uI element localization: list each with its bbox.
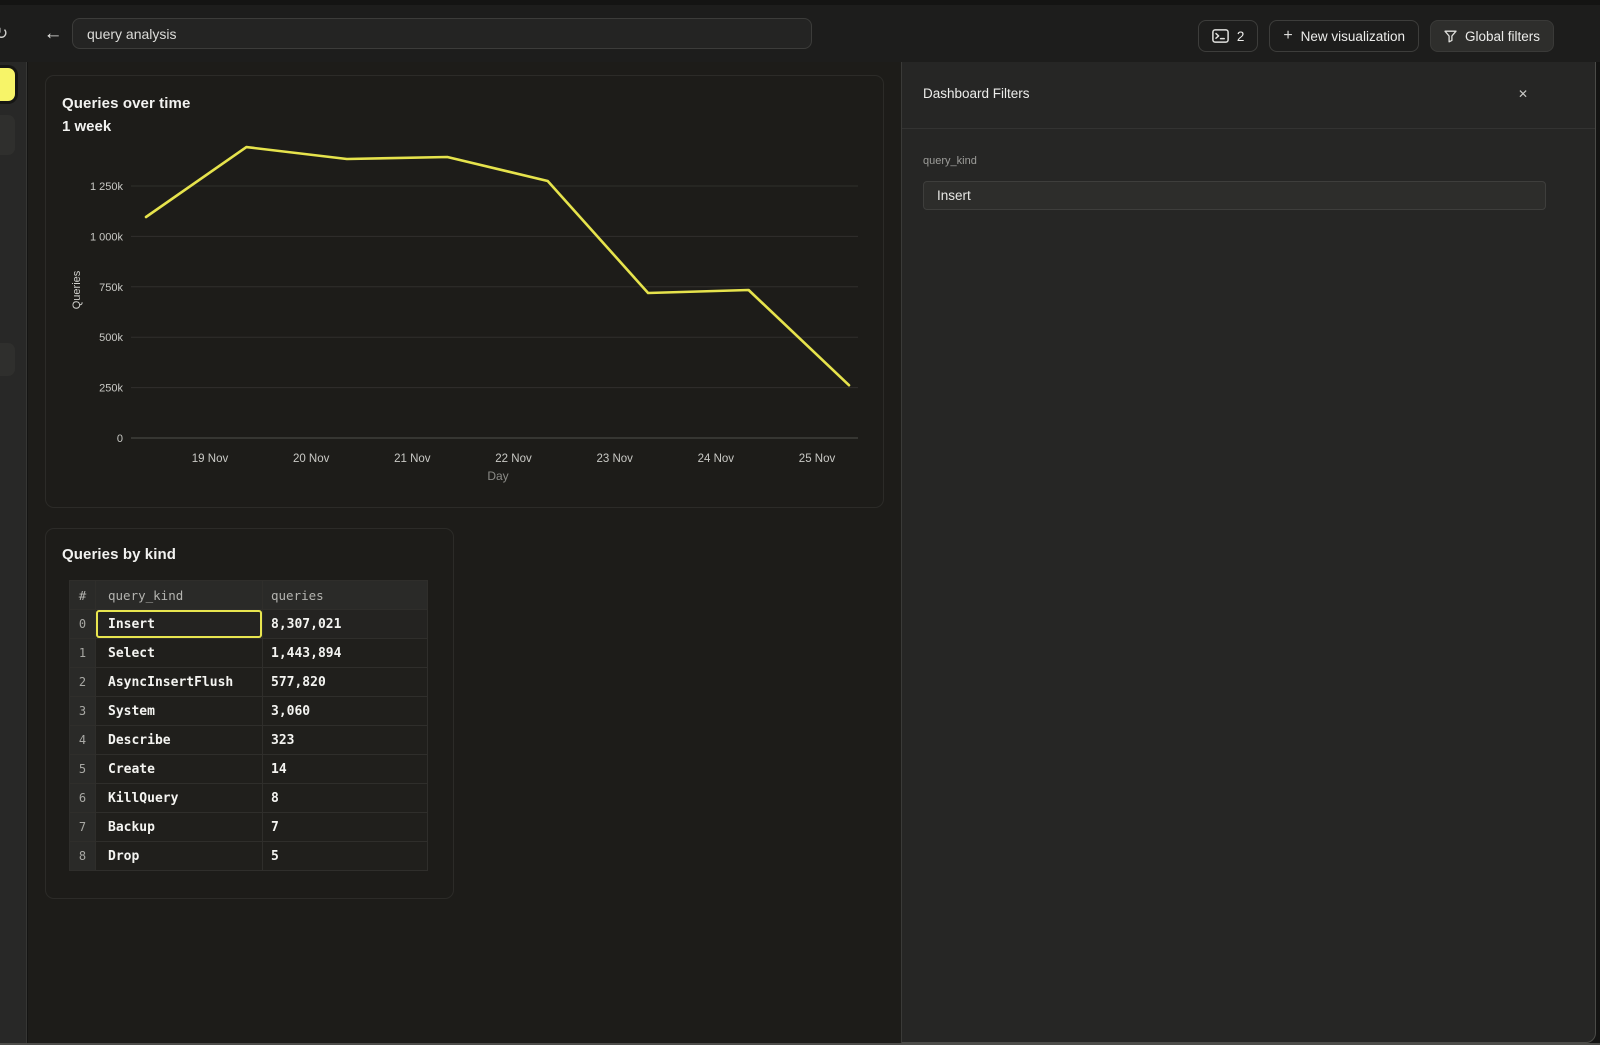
row-index-cell[interactable]: 5 <box>70 755 96 784</box>
global-filters-button[interactable]: Global filters <box>1430 20 1554 52</box>
query-kind-cell[interactable]: System <box>96 697 263 726</box>
x-axis-tick-label: 24 Nov <box>698 453 735 465</box>
dashboard-title-input[interactable] <box>72 18 812 49</box>
column-header-index[interactable]: # <box>70 581 96 610</box>
queries-line-chart[interactable]: 0 250k 500k 750k 1 000k 1 250k Queries 19 Nov 20… <box>46 76 885 509</box>
y-axis-tick-label: 250k <box>99 383 123 395</box>
table-row: 7Backup7 <box>70 813 428 842</box>
x-axis-tick-label: 20 Nov <box>293 453 330 465</box>
funnel-icon <box>1444 30 1457 43</box>
x-axis-tick-label: 22 Nov <box>495 453 532 465</box>
queries-count-cell[interactable]: 3,060 <box>263 697 428 726</box>
queries-count-cell[interactable]: 8,307,021 <box>263 610 428 639</box>
table-row: 0Insert8,307,021 <box>70 610 428 639</box>
new-visualization-button[interactable]: + New visualization <box>1269 20 1419 52</box>
column-header-query-kind[interactable]: query_kind <box>96 581 263 610</box>
row-index-cell[interactable]: 4 <box>70 726 96 755</box>
queries-over-time-card: Queries over time 1 week 0250k500k750k1 … <box>45 75 884 508</box>
row-index-cell[interactable]: 0 <box>70 610 96 639</box>
filters-panel-header: Dashboard Filters ✕ <box>902 62 1595 128</box>
y-axis-tick-label: 1 000k <box>90 231 124 243</box>
queries-count-cell[interactable]: 5 <box>263 842 428 871</box>
query-kind-cell[interactable]: Select <box>96 639 263 668</box>
row-index-cell[interactable]: 3 <box>70 697 96 726</box>
x-axis-tick-label: 21 Nov <box>394 453 431 465</box>
row-index-cell[interactable]: 7 <box>70 813 96 842</box>
queries-count-cell[interactable]: 577,820 <box>263 668 428 697</box>
queries-table-body: 0Insert8,307,0211Select1,443,8942AsyncIn… <box>70 610 428 871</box>
query-kind-cell[interactable]: AsyncInsertFlush <box>96 668 263 697</box>
dashboard-filters-panel: Dashboard Filters ✕ query_kind <box>901 62 1596 1043</box>
table-row: 5Create14 <box>70 755 428 784</box>
table-title: Queries by kind <box>62 546 176 563</box>
history-icon[interactable]: ↻ <box>0 25 14 42</box>
y-axis-tick-label: 500k <box>99 332 123 344</box>
query-kind-filter-input[interactable] <box>923 181 1546 210</box>
queries-line-series[interactable] <box>146 147 849 385</box>
table-row: 1Select1,443,894 <box>70 639 428 668</box>
queries-count-cell[interactable]: 1,443,894 <box>263 639 428 668</box>
query-kind-cell[interactable]: Create <box>96 755 263 784</box>
x-axis-tick-label: 23 Nov <box>596 453 633 465</box>
row-index-cell[interactable]: 8 <box>70 842 96 871</box>
queries-count-cell[interactable]: 8 <box>263 784 428 813</box>
left-sidebar-strip <box>0 62 27 1043</box>
queries-count-cell[interactable]: 7 <box>263 813 428 842</box>
dashboard-canvas: Queries over time 1 week 0250k500k750k1 … <box>28 62 901 1043</box>
queries-table: # query_kind queries 0Insert8,307,0211Se… <box>69 580 428 871</box>
sql-console-icon <box>1212 29 1229 43</box>
row-index-cell[interactable]: 1 <box>70 639 96 668</box>
row-index-cell[interactable]: 6 <box>70 784 96 813</box>
queries-count-cell[interactable]: 14 <box>263 755 428 784</box>
row-index-cell[interactable]: 2 <box>70 668 96 697</box>
column-header-queries[interactable]: queries <box>263 581 428 610</box>
query-kind-cell[interactable]: Backup <box>96 813 263 842</box>
x-axis-tick-label: 19 Nov <box>192 453 229 465</box>
query-kind-cell[interactable]: Describe <box>96 726 263 755</box>
divider <box>902 128 1595 129</box>
queries-count-cell[interactable]: 323 <box>263 726 428 755</box>
y-axis-tick-label: 750k <box>99 282 123 294</box>
sql-console-tabs-button[interactable]: 2 <box>1198 20 1259 52</box>
table-row: 2AsyncInsertFlush577,820 <box>70 668 428 697</box>
plus-icon: + <box>1283 27 1292 45</box>
table-row: 3System3,060 <box>70 697 428 726</box>
y-axis-tick-label: 0 <box>117 433 123 445</box>
query-kind-cell[interactable]: Insert <box>96 610 263 639</box>
y-axis-tick-label: 1 250k <box>90 181 124 193</box>
sidebar-item[interactable] <box>0 115 15 155</box>
new-visualization-label: New visualization <box>1301 29 1405 44</box>
sidebar-item[interactable] <box>0 343 15 376</box>
queries-table-header: # query_kind queries <box>70 581 428 610</box>
close-icon[interactable]: ✕ <box>1513 84 1533 104</box>
back-button[interactable]: ← <box>40 19 66 49</box>
queries-by-kind-card: Queries by kind # query_kind queries 0In… <box>45 528 454 899</box>
global-filters-label: Global filters <box>1465 29 1540 44</box>
filters-panel-title: Dashboard Filters <box>923 86 1030 101</box>
topbar: ↻ ← 2 + New visualization Global fi <box>0 5 1600 62</box>
query-kind-cell[interactable]: Drop <box>96 842 263 871</box>
table-row: 6KillQuery8 <box>70 784 428 813</box>
tab-count-label: 2 <box>1237 29 1245 44</box>
sidebar-item-selected[interactable] <box>0 68 15 101</box>
x-axis-title: Day <box>487 469 508 483</box>
topbar-actions: 2 + New visualization Global filters <box>1198 20 1554 52</box>
x-axis-tick-label: 25 Nov <box>799 453 836 465</box>
table-row: 8Drop5 <box>70 842 428 871</box>
query-kind-cell[interactable]: KillQuery <box>96 784 263 813</box>
y-axis-title: Queries <box>71 270 83 309</box>
table-row: 4Describe323 <box>70 726 428 755</box>
filter-field-label: query_kind <box>923 155 977 167</box>
